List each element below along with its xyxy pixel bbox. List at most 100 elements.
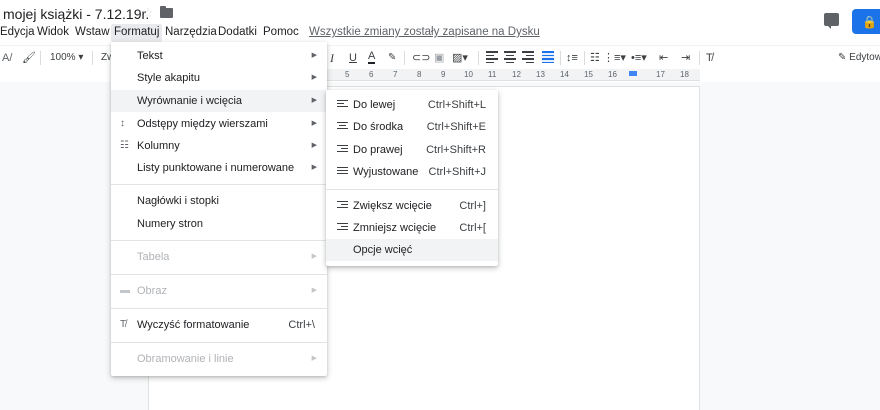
folder-icon[interactable] bbox=[160, 6, 173, 18]
editing-mode-label: Edytow bbox=[849, 52, 880, 63]
document-title[interactable]: ł mojej książki - 7.12.19r. bbox=[0, 6, 149, 22]
spellcheck-icon[interactable]: A/ bbox=[2, 51, 12, 65]
menu-wstaw[interactable]: Wstaw bbox=[72, 24, 113, 42]
menu-item-label: Wyjustowane bbox=[353, 166, 419, 178]
menu-item-wyczysc[interactable]: T̸ Wyczyść formatowanie Ctrl+\ bbox=[111, 314, 327, 336]
menu-item-label: Listy punktowane i numerowane bbox=[137, 162, 295, 174]
italic-icon[interactable]: I bbox=[330, 51, 334, 65]
menu-item-shortcut: Ctrl+Shift+L bbox=[427, 99, 486, 111]
menu-item-wyrownanie[interactable]: Wyrównanie i wcięcia ▶ bbox=[111, 90, 327, 112]
numbered-list-icon[interactable]: ⋮≡▾ bbox=[603, 51, 626, 65]
submenu-arrow-icon: ▶ bbox=[311, 120, 317, 127]
menu-divider bbox=[111, 274, 327, 275]
menu-item-do-lewej[interactable]: Do lewej Ctrl+Shift+L bbox=[326, 94, 498, 116]
menu-formatuj[interactable]: Formatuj bbox=[111, 24, 163, 42]
menu-divider bbox=[111, 308, 327, 309]
increase-indent-icon[interactable]: ⇥ bbox=[681, 51, 690, 65]
line-spacing-icon[interactable]: ↕≡ bbox=[566, 51, 578, 65]
submenu-arrow-icon: ▶ bbox=[311, 97, 317, 104]
ruler-number: 17 bbox=[656, 70, 665, 79]
menu-edycja[interactable]: Edycja bbox=[0, 24, 38, 42]
zoom-select[interactable]: 100% ▾ bbox=[50, 51, 83, 65]
link-icon[interactable]: ⊂⊃ bbox=[412, 51, 430, 65]
star-icon[interactable]: ☆ bbox=[142, 5, 154, 21]
menu-item-label: Do środka bbox=[353, 121, 404, 133]
line-spacing-icon: ↕ bbox=[120, 118, 125, 129]
menu-item-shortcut: Ctrl+\ bbox=[288, 319, 315, 331]
ruler-number: 18 bbox=[680, 70, 689, 79]
menu-item-kolumny[interactable]: ☷ Kolumny ▶ bbox=[111, 135, 327, 157]
menu-item-obramowanie: Obramowanie i linie ▶ bbox=[111, 348, 327, 370]
menu-item-label: Tekst bbox=[137, 50, 163, 62]
menu-item-label: Wyczyść formatowanie bbox=[137, 319, 250, 331]
menu-item-label: Obramowanie i linie bbox=[137, 353, 234, 365]
menu-bar: Edycja Widok Wstaw Formatuj Narzędzia Do… bbox=[0, 24, 880, 42]
toolbar-divider bbox=[92, 51, 93, 65]
menu-pomoc[interactable]: Pomoc bbox=[260, 24, 302, 42]
ruler-number: 10 bbox=[464, 70, 473, 79]
menu-item-label: Do lewej bbox=[353, 99, 396, 111]
menu-item-label: Opcje wcięć bbox=[353, 244, 413, 256]
menu-divider bbox=[326, 189, 498, 190]
image-insert-icon[interactable]: ▨▾ bbox=[452, 51, 468, 65]
menu-item-naglowki[interactable]: Nagłówki i stopki bbox=[111, 190, 327, 212]
submenu-arrow-icon: ▶ bbox=[311, 355, 317, 362]
align-justify-icon[interactable] bbox=[542, 51, 554, 64]
save-status[interactable]: Wszystkie zmiany zostały zapisane na Dys… bbox=[309, 24, 540, 41]
menu-item-label: Zwiększ wcięcie bbox=[353, 200, 432, 212]
ruler-number: 13 bbox=[536, 70, 545, 79]
clear-formatting-icon[interactable]: T̸ bbox=[706, 51, 713, 65]
underline-icon[interactable]: U bbox=[349, 51, 357, 65]
ruler-number: 7 bbox=[393, 70, 398, 79]
menu-item-shortcut: Ctrl+Shift+E bbox=[426, 121, 486, 133]
menu-divider bbox=[111, 240, 327, 241]
ruler-number: 8 bbox=[417, 70, 422, 79]
align-right-icon bbox=[337, 145, 348, 155]
menu-narzedzia[interactable]: Narzędzia bbox=[162, 24, 220, 42]
menu-item-label: Kolumny bbox=[137, 140, 180, 152]
menu-item-style-akapitu[interactable]: Style akapitu ▶ bbox=[111, 67, 327, 89]
menu-widok[interactable]: Widok bbox=[34, 24, 72, 42]
menu-item-do-srodka[interactable]: Do środka Ctrl+Shift+E bbox=[326, 116, 498, 138]
submenu-arrow-icon: ▶ bbox=[311, 142, 317, 149]
align-justify-icon bbox=[337, 167, 348, 177]
submenu-arrow-icon: ▶ bbox=[311, 74, 317, 81]
menu-item-opcje-wciec[interactable]: Opcje wcięć bbox=[326, 239, 498, 261]
menu-item-tekst[interactable]: Tekst ▶ bbox=[111, 45, 327, 67]
increase-indent-icon bbox=[337, 201, 348, 211]
menu-item-zmniejsz-wciecie[interactable]: Zmniejsz wcięcie Ctrl+[ bbox=[326, 217, 498, 239]
checklist-icon[interactable]: ☷ bbox=[590, 51, 600, 65]
menu-item-listy[interactable]: Listy punktowane i numerowane ▶ bbox=[111, 157, 327, 179]
align-center-icon[interactable] bbox=[504, 51, 516, 64]
menu-dodatki[interactable]: Dodatki bbox=[215, 24, 260, 42]
menu-item-numery-stron[interactable]: Numery stron bbox=[111, 213, 327, 235]
menu-item-do-prawej[interactable]: Do prawej Ctrl+Shift+R bbox=[326, 139, 498, 161]
editing-mode-button[interactable]: ✎ Edytow bbox=[838, 51, 880, 65]
menu-item-shortcut: Ctrl+] bbox=[459, 200, 486, 212]
highlight-color-icon[interactable]: ✎ bbox=[388, 51, 396, 65]
align-left-icon[interactable] bbox=[486, 51, 498, 64]
toolbar-divider bbox=[584, 51, 585, 65]
menu-item-zwieksz-wciecie[interactable]: Zwiększ wcięcie Ctrl+] bbox=[326, 195, 498, 217]
menu-item-obraz: ▬ Obraz ▶ bbox=[111, 280, 327, 302]
menu-divider bbox=[111, 342, 327, 343]
menu-item-wyjustowane[interactable]: Wyjustowane Ctrl+Shift+J bbox=[326, 161, 498, 183]
menu-item-label: Obraz bbox=[137, 285, 167, 297]
ruler-number: 15 bbox=[584, 70, 593, 79]
text-color-icon[interactable]: A bbox=[368, 51, 376, 64]
toolbar-divider bbox=[560, 51, 561, 65]
right-indent-marker[interactable] bbox=[629, 71, 637, 76]
menu-item-odstepy[interactable]: ↕ Odstępy między wierszami ▶ bbox=[111, 113, 327, 135]
toolbar-divider bbox=[40, 51, 41, 65]
decrease-indent-icon[interactable]: ⇤ bbox=[659, 51, 668, 65]
ruler-number: 6 bbox=[369, 70, 374, 79]
comment-add-icon[interactable]: ▣ bbox=[434, 51, 444, 65]
align-right-icon[interactable] bbox=[522, 51, 534, 64]
menu-item-label: Tabela bbox=[137, 251, 170, 263]
menu-item-shortcut: Ctrl+Shift+R bbox=[426, 144, 486, 156]
paint-format-icon[interactable]: 🖌 bbox=[22, 51, 36, 65]
menu-item-label: Nagłówki i stopki bbox=[137, 195, 219, 207]
toolbar-divider bbox=[699, 51, 700, 65]
menu-divider bbox=[111, 184, 327, 185]
bulleted-list-icon[interactable]: •≡▾ bbox=[631, 51, 647, 65]
